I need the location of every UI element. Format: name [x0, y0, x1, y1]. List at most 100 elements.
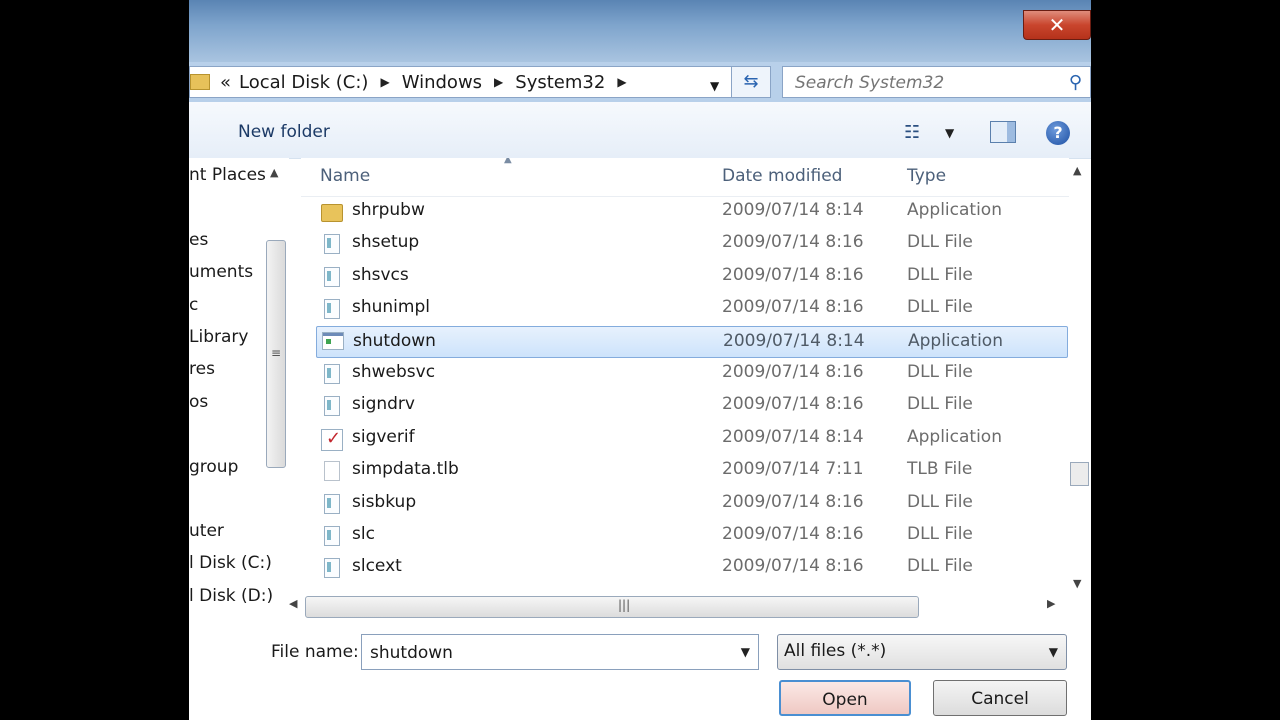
- file-list: ▲ Name Date modified Type shrpubw 2009/07…: [301, 158, 1069, 596]
- file-date-modified: 2009/07/14 8:16: [722, 232, 864, 253]
- file-date-modified: 2009/07/14 8:14: [722, 426, 864, 447]
- file-name: shsvcs: [352, 264, 409, 285]
- file-name: slc: [352, 524, 375, 544]
- grip-icon: ≡: [271, 346, 282, 360]
- chevron-down-icon[interactable]: ▼: [1049, 645, 1058, 659]
- nav-item-homegroup[interactable]: group: [189, 457, 238, 477]
- blank-file-icon: [324, 461, 340, 482]
- vertical-scroll-thumb[interactable]: [1070, 462, 1089, 486]
- scroll-up-icon[interactable]: ▲: [1073, 164, 1081, 177]
- close-button[interactable]: ✕: [1023, 10, 1091, 40]
- file-name: simpdata.tlb: [352, 459, 459, 480]
- file-date-modified: 2009/07/14 8:16: [722, 297, 864, 318]
- file-date-modified: 2009/07/14 8:14: [722, 200, 864, 220]
- refresh-button[interactable]: ⇆: [731, 66, 771, 98]
- file-type: DLL File: [907, 491, 973, 512]
- cancel-button[interactable]: Cancel: [933, 680, 1067, 716]
- nav-item-local-disk-c[interactable]: l Disk (C:): [189, 553, 272, 573]
- nav-item-videos[interactable]: os: [189, 392, 208, 412]
- chevron-down-icon[interactable]: ▼: [945, 126, 954, 140]
- file-date-modified: 2009/07/14 8:14: [723, 330, 865, 351]
- column-header-date[interactable]: Date modified: [722, 166, 842, 186]
- file-name: shunimpl: [352, 297, 430, 318]
- scroll-right-icon[interactable]: ▶: [1047, 597, 1055, 610]
- views-icon[interactable]: ☷: [904, 122, 920, 143]
- file-row[interactable]: sigverif 2009/07/14 8:14 Application: [301, 423, 1069, 455]
- file-date-modified: 2009/07/14 8:16: [722, 362, 864, 382]
- file-row[interactable]: slc 2009/07/14 8:16 DLL File: [301, 520, 1069, 552]
- breadcrumb-overflow[interactable]: «: [220, 72, 231, 93]
- file-row[interactable]: simpdata.tlb 2009/07/14 7:11 TLB File: [301, 455, 1069, 487]
- file-name: shsetup: [352, 232, 420, 253]
- search-box[interactable]: ⚲: [782, 66, 1091, 98]
- chevron-down-icon[interactable]: ▼: [741, 645, 750, 659]
- nav-item-music[interactable]: c: [189, 295, 198, 315]
- grip-icon: |||: [618, 598, 631, 612]
- file-date-modified: 2009/07/14 8:16: [722, 524, 864, 544]
- preview-pane-icon[interactable]: [990, 121, 1016, 143]
- file-row[interactable]: slcext 2009/07/14 8:16 DLL File: [301, 552, 1069, 584]
- file-name-combobox[interactable]: ▼: [361, 634, 759, 670]
- file-name: shrpubw: [352, 200, 425, 220]
- nav-item-documents[interactable]: uments: [189, 262, 253, 282]
- title-bar: ✕: [189, 0, 1091, 62]
- file-date-modified: 2009/07/14 8:16: [722, 556, 864, 577]
- scroll-down-icon[interactable]: ▼: [1073, 577, 1081, 590]
- file-list-horizontal-scrollbar[interactable]: ◀ ||| ▶: [289, 596, 1069, 618]
- breadcrumb-local-disk[interactable]: Local Disk (C:): [239, 72, 368, 93]
- nav-item-libraries[interactable]: es: [189, 230, 208, 250]
- sort-ascending-icon: ▲: [504, 158, 512, 165]
- file-row[interactable]: signdrv 2009/07/14 8:16 DLL File: [301, 390, 1069, 422]
- help-icon[interactable]: ?: [1046, 121, 1070, 145]
- nav-item-library[interactable]: Library: [189, 327, 248, 347]
- file-row[interactable]: shwebsvc 2009/07/14 8:16 DLL File: [301, 358, 1069, 390]
- scroll-left-icon[interactable]: ◀: [289, 597, 297, 610]
- file-row[interactable]: shsvcs 2009/07/14 8:16 DLL File: [301, 261, 1069, 293]
- file-row[interactable]: shsetup 2009/07/14 8:16 DLL File: [301, 228, 1069, 260]
- chevron-right-icon[interactable]: ▶: [380, 75, 389, 89]
- breadcrumb-system32[interactable]: System32: [515, 72, 605, 93]
- file-row[interactable]: shutdown 2009/07/14 8:14 Application: [316, 325, 1068, 358]
- file-type-select[interactable]: All files (*.*) ▼: [777, 634, 1067, 670]
- file-name-label: File name:: [271, 642, 359, 662]
- file-row[interactable]: shrpubw 2009/07/14 8:14 Application: [301, 196, 1069, 228]
- file-date-modified: 2009/07/14 8:16: [722, 394, 864, 415]
- file-type: DLL File: [907, 297, 973, 318]
- refresh-icon: ⇆: [743, 71, 759, 92]
- file-row[interactable]: sisbkup 2009/07/14 8:16 DLL File: [301, 488, 1069, 520]
- column-header-type[interactable]: Type: [907, 166, 946, 186]
- scroll-up-icon[interactable]: ▲: [270, 166, 278, 179]
- nav-scroll-thumb[interactable]: ≡: [266, 240, 286, 468]
- open-button[interactable]: Open: [779, 680, 911, 716]
- file-name-input[interactable]: [368, 641, 722, 665]
- address-row: « Local Disk (C:) ▶ Windows ▶ System32 ▶…: [189, 62, 1091, 102]
- address-bar[interactable]: « Local Disk (C:) ▶ Windows ▶ System32 ▶…: [189, 66, 771, 98]
- nav-item-pictures[interactable]: res: [189, 359, 215, 379]
- new-folder-button[interactable]: New folder: [238, 122, 330, 142]
- column-header-name[interactable]: Name: [320, 166, 370, 186]
- file-type-value: All files (*.*): [784, 641, 887, 661]
- breadcrumb-windows[interactable]: Windows: [402, 72, 482, 93]
- chevron-down-icon[interactable]: ▼: [710, 79, 719, 93]
- file-type: DLL File: [907, 232, 973, 253]
- file-type: DLL File: [907, 556, 973, 577]
- search-input[interactable]: [793, 71, 1057, 95]
- column-header-row: ▲ Name Date modified Type: [301, 158, 1069, 197]
- chevron-right-icon[interactable]: ▶: [617, 75, 626, 89]
- file-type: DLL File: [907, 362, 973, 382]
- nav-item-recent-places[interactable]: nt Places: [189, 165, 266, 185]
- app-icon: [322, 331, 344, 350]
- dll-file-icon: [324, 493, 340, 514]
- nav-scrollbar[interactable]: ▲ ≡: [264, 162, 286, 610]
- search-icon[interactable]: ⚲: [1069, 72, 1082, 93]
- folder-app-icon: [321, 204, 343, 222]
- horizontal-scroll-thumb[interactable]: |||: [305, 596, 919, 618]
- file-date-modified: 2009/07/14 7:11: [722, 459, 864, 480]
- nav-item-local-disk-d[interactable]: l Disk (D:): [189, 586, 273, 606]
- nav-item-computer[interactable]: uter: [189, 521, 224, 541]
- file-type: DLL File: [907, 264, 973, 285]
- file-row[interactable]: shunimpl 2009/07/14 8:16 DLL File: [301, 293, 1069, 325]
- file-name: shwebsvc: [352, 362, 436, 382]
- chevron-right-icon[interactable]: ▶: [494, 75, 503, 89]
- file-list-vertical-scrollbar[interactable]: ▲ ▼: [1069, 162, 1089, 590]
